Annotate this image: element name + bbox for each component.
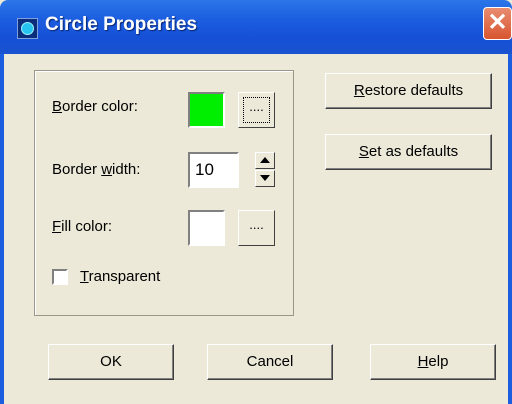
border-color-label: Border color: (52, 98, 138, 115)
border-width-input[interactable]: 10 (188, 152, 239, 188)
title-bar[interactable]: Circle Properties ✕ (0, 0, 512, 54)
transparent-checkbox[interactable] (52, 269, 68, 285)
circle-app-icon (17, 18, 38, 39)
left-window-border (0, 54, 4, 404)
border-color-swatch[interactable] (188, 92, 225, 128)
fill-color-swatch[interactable] (188, 210, 225, 246)
right-window-border (508, 54, 512, 404)
cancel-button[interactable]: Cancel (207, 344, 333, 380)
border-color-picker-button[interactable]: .... (238, 92, 275, 128)
spin-down-icon[interactable] (255, 170, 275, 187)
fill-color-picker-button[interactable]: .... (238, 210, 275, 246)
fill-color-label: Fill color: (52, 218, 113, 235)
window-title: Circle Properties (45, 14, 198, 35)
close-icon[interactable]: ✕ (483, 7, 512, 40)
restore-defaults-button[interactable]: Restore defaults (325, 73, 492, 109)
circle-properties-dialog: Circle Properties ✕ Border color: .... B… (0, 0, 512, 404)
ok-button[interactable]: OK (48, 344, 174, 380)
help-button[interactable]: Help (370, 344, 496, 380)
border-width-label: Border width: (52, 161, 141, 178)
transparent-label[interactable]: Transparent (80, 268, 160, 285)
set-as-defaults-button[interactable]: Set as defaults (325, 134, 492, 170)
spin-up-icon[interactable] (255, 152, 275, 169)
